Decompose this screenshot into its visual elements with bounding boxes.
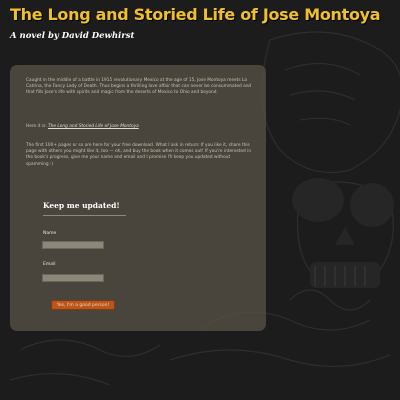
email-field[interactable]	[42, 274, 104, 282]
author-byline: A novel by David Dewhirst	[10, 31, 135, 41]
name-label: Name	[43, 231, 57, 236]
name-field[interactable]	[42, 241, 104, 249]
download-prefix: Here it is:	[26, 124, 49, 129]
email-label: Email	[43, 262, 56, 267]
signup-form-title: Keep me updated!	[43, 201, 120, 210]
download-line: Here it is: The Long and Storied Life of…	[26, 124, 252, 130]
book-download-link[interactable]: The Long and Storied Life of Jose Montoy…	[48, 124, 139, 129]
submit-button[interactable]: Yes, I'm a good person!	[51, 300, 115, 310]
intro-paragraph: Caught in the middle of a battle in 1915…	[26, 78, 252, 96]
content-panel: Caught in the middle of a battle in 1915…	[10, 65, 266, 331]
form-divider	[43, 215, 126, 216]
site-title: The Long and Storied Life of Jose Montoy…	[10, 5, 381, 24]
request-paragraph: The first 100+ pages or so are here for …	[26, 143, 252, 167]
